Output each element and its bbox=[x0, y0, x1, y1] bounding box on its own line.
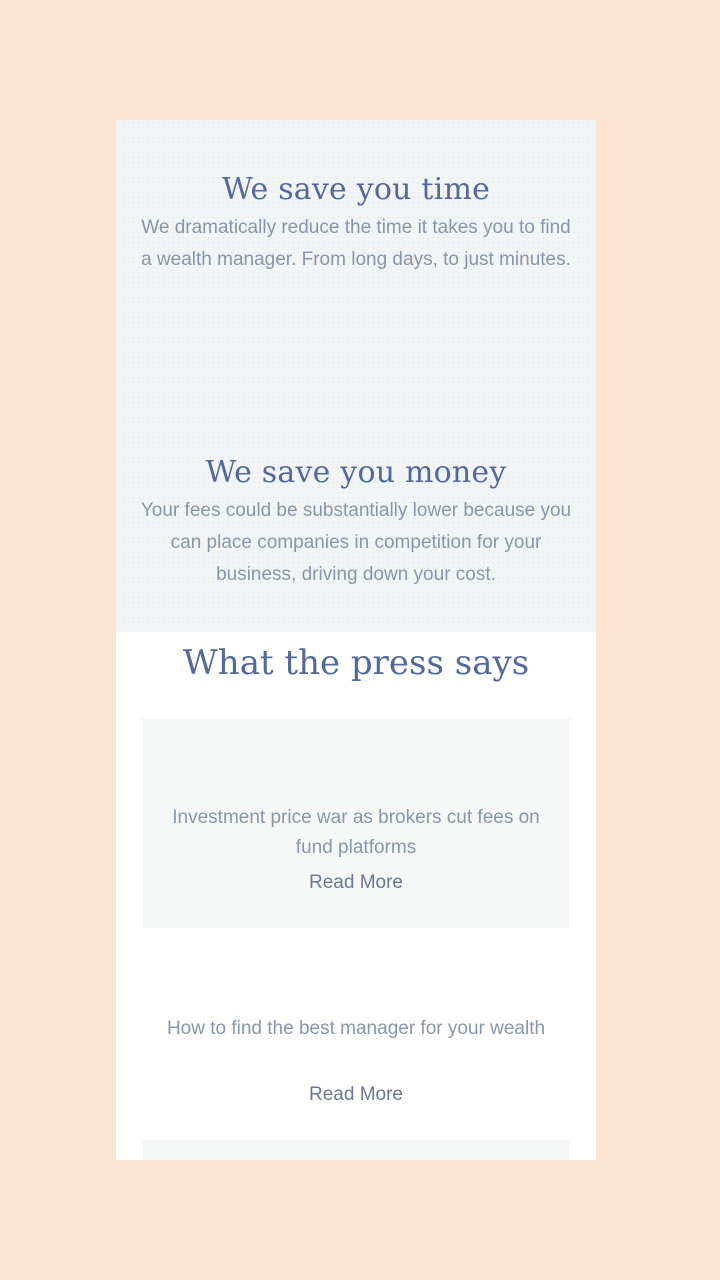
press-article-card: How to find the best manager for your we… bbox=[142, 928, 570, 1140]
benefit-description: Your fees could be substantially lower b… bbox=[140, 500, 572, 585]
read-more-link[interactable]: Read More bbox=[142, 868, 570, 898]
benefit-title: We save you money bbox=[205, 455, 507, 490]
benefit-save-money: We save you money Your fees could be sub… bbox=[116, 451, 596, 591]
benefit-description: We dramatically reduce the time it takes… bbox=[141, 217, 571, 270]
read-more-link[interactable]: Read More bbox=[142, 1080, 570, 1110]
mobile-page: We save you time We dramatically reduce … bbox=[116, 120, 596, 1160]
press-article-card: Investment price war as brokers cut fees… bbox=[142, 718, 570, 928]
press-section-title: What the press says bbox=[182, 643, 530, 683]
press-article-card bbox=[142, 1140, 570, 1160]
benefit-save-time: We save you time We dramatically reduce … bbox=[116, 168, 596, 276]
benefit-title: We save you time bbox=[221, 172, 491, 207]
press-article-headline: Investment price war as brokers cut fees… bbox=[172, 807, 540, 858]
benefits-section: We save you time We dramatically reduce … bbox=[116, 120, 596, 632]
press-article-headline: How to find the best manager for your we… bbox=[166, 1018, 546, 1039]
